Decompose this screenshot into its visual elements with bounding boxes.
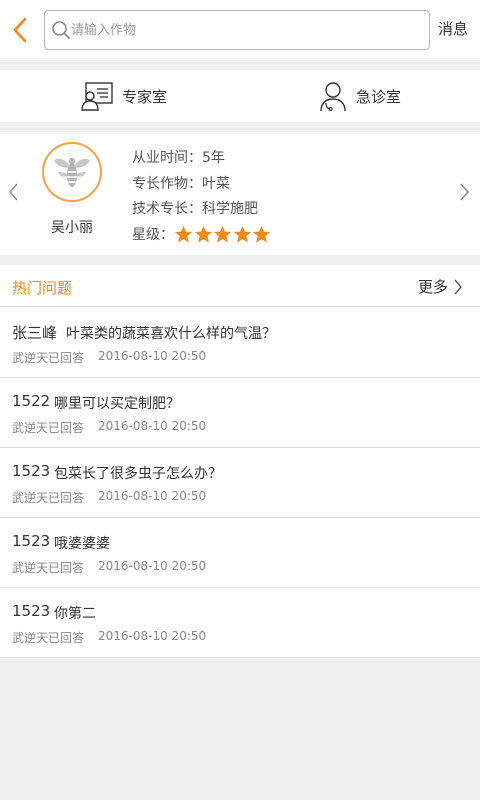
search-input[interactable] <box>71 11 421 49</box>
hot-questions-header: 热门问题 更多 <box>0 265 480 307</box>
expert-avatar <box>42 142 102 202</box>
question-item[interactable]: 1522 哪里可以买定制肥？ 武逆天已回答 2016-08-10 20:50 <box>0 378 480 448</box>
experience-label: 从业时间： <box>132 150 202 166</box>
question-text: 叶菜类的蔬菜喜欢什么样的气温？ <box>66 326 276 342</box>
crop-row: 专长作物：叶菜 <box>132 173 230 193</box>
question-item[interactable]: 张三峰 叶菜类的蔬菜喜欢什么样的气温？ 武逆天已回答 2016-08-10 20:50 <box>0 308 480 378</box>
answered-by: 武逆天已回答 <box>12 631 85 645</box>
chevron-right-icon <box>454 279 462 294</box>
hot-questions-title: 热门问题 <box>12 279 73 297</box>
search-box[interactable] <box>44 10 430 50</box>
question-text: 你第二 <box>54 606 96 622</box>
skill-value: 科学施肥 <box>202 201 258 217</box>
crop-label: 专长作物： <box>132 176 202 192</box>
emergency-room-icon <box>320 82 346 112</box>
experience-value: 5年 <box>202 150 225 166</box>
emergency-room-button[interactable]: 急诊室 <box>318 70 401 122</box>
question-item[interactable]: 1523 哦婆婆婆武逆天已回答 2016-08-10 20:50 <box>0 518 480 588</box>
expert-name: 吴小丽 <box>51 220 93 236</box>
star-icon <box>194 225 212 243</box>
question-time: 2016-08-10 20:50 <box>98 489 207 503</box>
expert-room-icon <box>81 82 113 111</box>
star-icon <box>252 225 271 243</box>
question-user: 1523 <box>12 602 51 620</box>
rating-stars <box>174 225 272 244</box>
rating-row: 星级： <box>132 224 272 244</box>
answered-by: 武逆天已回答 <box>12 351 85 365</box>
chevron-left-icon <box>9 183 18 201</box>
question-time: 2016-08-10 20:50 <box>98 629 207 643</box>
rooms-row: 专家室 急诊室 <box>0 70 480 122</box>
answered-by: 武逆天已回答 <box>12 421 85 435</box>
back-button[interactable] <box>6 12 34 48</box>
star-icon <box>174 225 193 243</box>
star-icon <box>233 225 251 243</box>
answered-by: 武逆天已回答 <box>12 491 85 505</box>
rating-label: 星级： <box>132 227 174 243</box>
emergency-room-label: 急诊室 <box>356 87 402 106</box>
skill-row: 技术专长：科学施肥 <box>132 198 258 218</box>
question-time: 2016-08-10 20:50 <box>98 419 207 433</box>
question-user: 张三峰 <box>12 324 58 342</box>
previous-expert-button[interactable] <box>8 182 20 206</box>
question-text: 哦婆婆婆 <box>54 536 110 552</box>
expert-room-button[interactable]: 专家室 <box>80 70 167 122</box>
question-user: 1523 <box>12 462 51 480</box>
question-time: 2016-08-10 20:50 <box>98 559 207 573</box>
question-user: 1522 <box>12 392 51 410</box>
question-item[interactable]: 1523 你第二武逆天已回答 2016-08-10 20:50 <box>0 588 480 658</box>
crop-value: 叶菜 <box>202 176 230 192</box>
question-user: 1523 <box>12 532 51 550</box>
bee-logo-icon <box>54 157 90 187</box>
chevron-right-icon <box>460 183 469 201</box>
question-item[interactable]: 1523 包菜长了很多虫子怎么办？ 武逆天已回答 2016-08-10 20:50 <box>0 448 480 518</box>
messages-button[interactable]: 消息 <box>438 18 468 39</box>
skill-label: 技术专长： <box>132 201 202 217</box>
answered-by: 武逆天已回答 <box>12 561 85 575</box>
top-bar: 消息 <box>0 0 480 60</box>
star-icon <box>213 225 232 243</box>
question-text: 哪里可以买定制肥？ <box>54 396 180 412</box>
expert-room-label: 专家室 <box>122 87 168 106</box>
chevron-left-icon <box>13 17 27 43</box>
experience-row: 从业时间：5年 <box>132 147 225 167</box>
more-label: 更多 <box>418 278 449 296</box>
question-text: 包菜长了很多虫子怎么办？ <box>54 466 222 482</box>
search-icon <box>52 21 70 39</box>
question-time: 2016-08-10 20:50 <box>98 349 207 363</box>
next-expert-button[interactable] <box>458 182 470 206</box>
more-button[interactable]: 更多 <box>418 276 464 297</box>
hot-questions-section: 热门问题 更多 张三峰 叶菜类的蔬菜喜欢什么样的气温？ 武逆天已回答 2016-08-… <box>0 265 480 658</box>
expert-card[interactable]: 吴小丽 从业时间：5年 专长作物：叶菜 技术专长：科学施肥 星级： <box>0 132 480 255</box>
